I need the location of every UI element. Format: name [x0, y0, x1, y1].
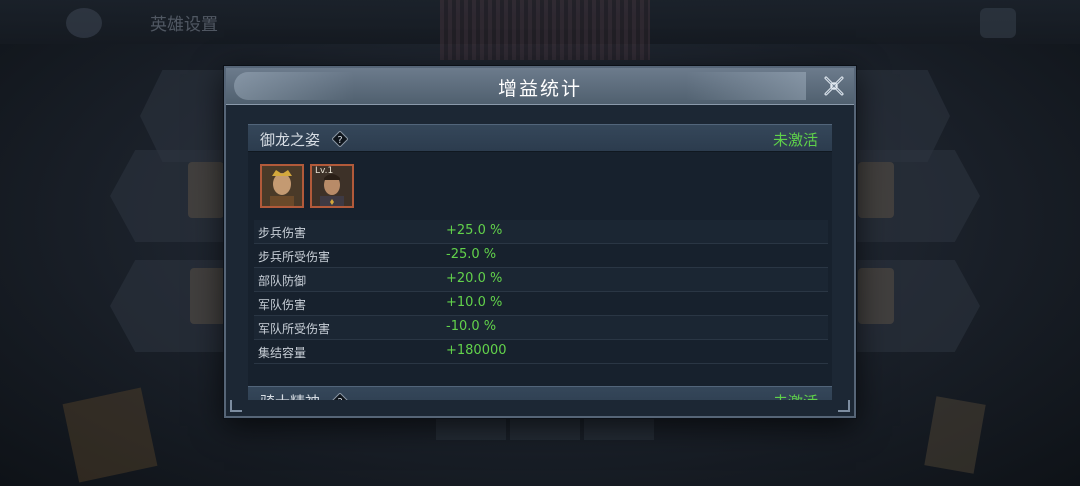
dialog-content[interactable]: 御龙之姿 ? 未激活 Lv.1 步兵伤害 +25.0 % 步兵所受伤害 -25.…	[248, 124, 832, 400]
background-banner	[440, 0, 650, 60]
stat-row: 部队防御 +20.0 %	[254, 268, 828, 292]
section-title: 御龙之姿	[260, 131, 321, 149]
stat-value: -25.0 %	[446, 247, 497, 262]
background-item	[62, 387, 158, 483]
stat-label: 军队所受伤害	[258, 322, 331, 336]
stat-value: -10.0 %	[446, 319, 497, 334]
buff-stats-dialog: 增益统计 御龙之姿 ? 未激活 Lv.1 步兵伤害 +25.0 % 步兵所受伤害…	[224, 66, 856, 418]
stat-value: +20.0 %	[446, 271, 503, 286]
corner-ornament	[838, 400, 850, 412]
stat-row: 军队伤害 +10.0 %	[254, 292, 828, 316]
dialog-header: 增益统计	[226, 68, 854, 105]
stat-row: 步兵所受伤害 -25.0 %	[254, 244, 828, 268]
svg-text:?: ?	[337, 397, 342, 400]
section-header-knight: 骑士精神 ? 未激活	[248, 386, 832, 400]
status-badge: 未激活	[772, 131, 818, 149]
hero-portrait-icon	[262, 166, 302, 206]
stat-row: 集结容量 +180000	[254, 340, 828, 364]
hero-avatar[interactable]: Lv.1	[310, 164, 354, 208]
help-icon[interactable]: ?	[331, 130, 349, 148]
stat-label: 集结容量	[258, 346, 307, 360]
stat-row: 步兵伤害 +25.0 %	[254, 220, 828, 244]
background-title: 英雄设置	[150, 15, 218, 35]
question-diamond-icon: ?	[331, 130, 349, 148]
stat-label: 军队伤害	[258, 298, 307, 312]
background-portrait	[858, 162, 894, 218]
section-header-dragon: 御龙之姿 ? 未激活	[248, 124, 832, 152]
stat-value: +25.0 %	[446, 223, 503, 238]
question-diamond-icon: ?	[332, 392, 348, 400]
back-button-dimmed	[66, 8, 102, 38]
stat-label: 步兵所受伤害	[258, 250, 331, 264]
stat-label: 步兵伤害	[258, 226, 307, 240]
background-item	[924, 396, 986, 474]
background-portrait	[188, 162, 224, 218]
corner-ornament	[230, 400, 242, 412]
close-button[interactable]	[822, 74, 846, 98]
status-badge: 未激活	[773, 391, 818, 400]
stat-label: 部队防御	[258, 274, 307, 288]
background-right-icon	[980, 8, 1016, 38]
stat-value: +180000	[446, 343, 507, 358]
hero-level: Lv.1	[315, 166, 334, 176]
stat-row: 军队所受伤害 -10.0 %	[254, 316, 828, 340]
dialog-title: 增益统计	[497, 78, 582, 100]
help-icon[interactable]: ?	[332, 392, 348, 400]
hero-avatar[interactable]	[260, 164, 304, 208]
background-portrait	[858, 268, 894, 324]
section-title: 骑士精神	[260, 391, 320, 400]
background-portrait	[190, 268, 226, 324]
svg-text:?: ?	[337, 135, 342, 146]
close-x-icon	[824, 76, 844, 96]
stat-value: +10.0 %	[446, 295, 503, 310]
